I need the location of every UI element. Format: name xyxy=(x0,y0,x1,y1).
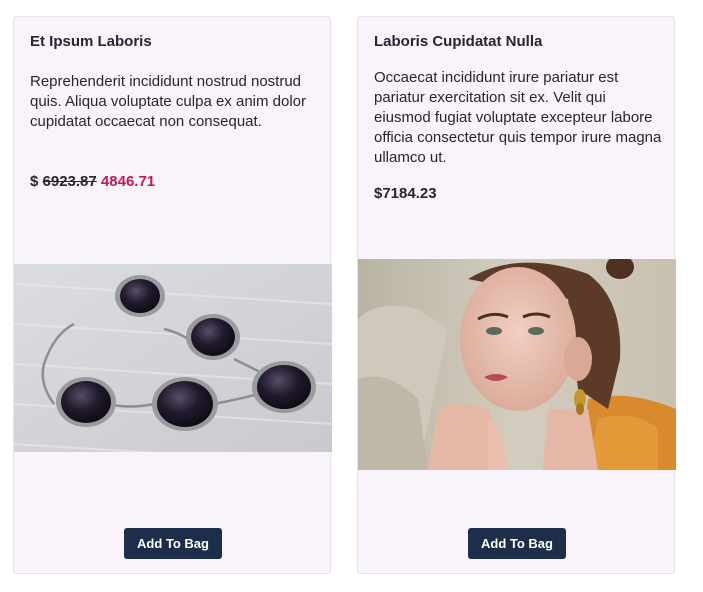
product-card: Et Ipsum Laboris Reprehenderit incididun… xyxy=(13,16,332,574)
product-image xyxy=(358,259,676,470)
product-title: Et Ipsum Laboris xyxy=(30,33,152,50)
sale-price: 4846.71 xyxy=(100,173,156,190)
product-price: $ 6923.87 4846.71 xyxy=(30,173,155,190)
original-price: 6923.87 xyxy=(42,173,97,190)
currency-symbol: $ xyxy=(30,173,39,190)
product-card: Laboris Cupidatat Nulla Occaecat incidid… xyxy=(357,16,676,574)
product-title: Laboris Cupidatat Nulla xyxy=(374,33,543,50)
product-grid: Et Ipsum Laboris Reprehenderit incididun… xyxy=(0,0,703,592)
product-price: $7184.23 xyxy=(374,185,437,202)
product-image xyxy=(14,264,332,452)
product-description: Occaecat incididunt irure pariatur est p… xyxy=(374,69,662,166)
product-description: Reprehenderit incididunt nostrud nostrud… xyxy=(30,73,307,130)
add-to-bag-button[interactable]: Add To Bag xyxy=(124,528,222,559)
add-to-bag-button[interactable]: Add To Bag xyxy=(468,528,566,559)
